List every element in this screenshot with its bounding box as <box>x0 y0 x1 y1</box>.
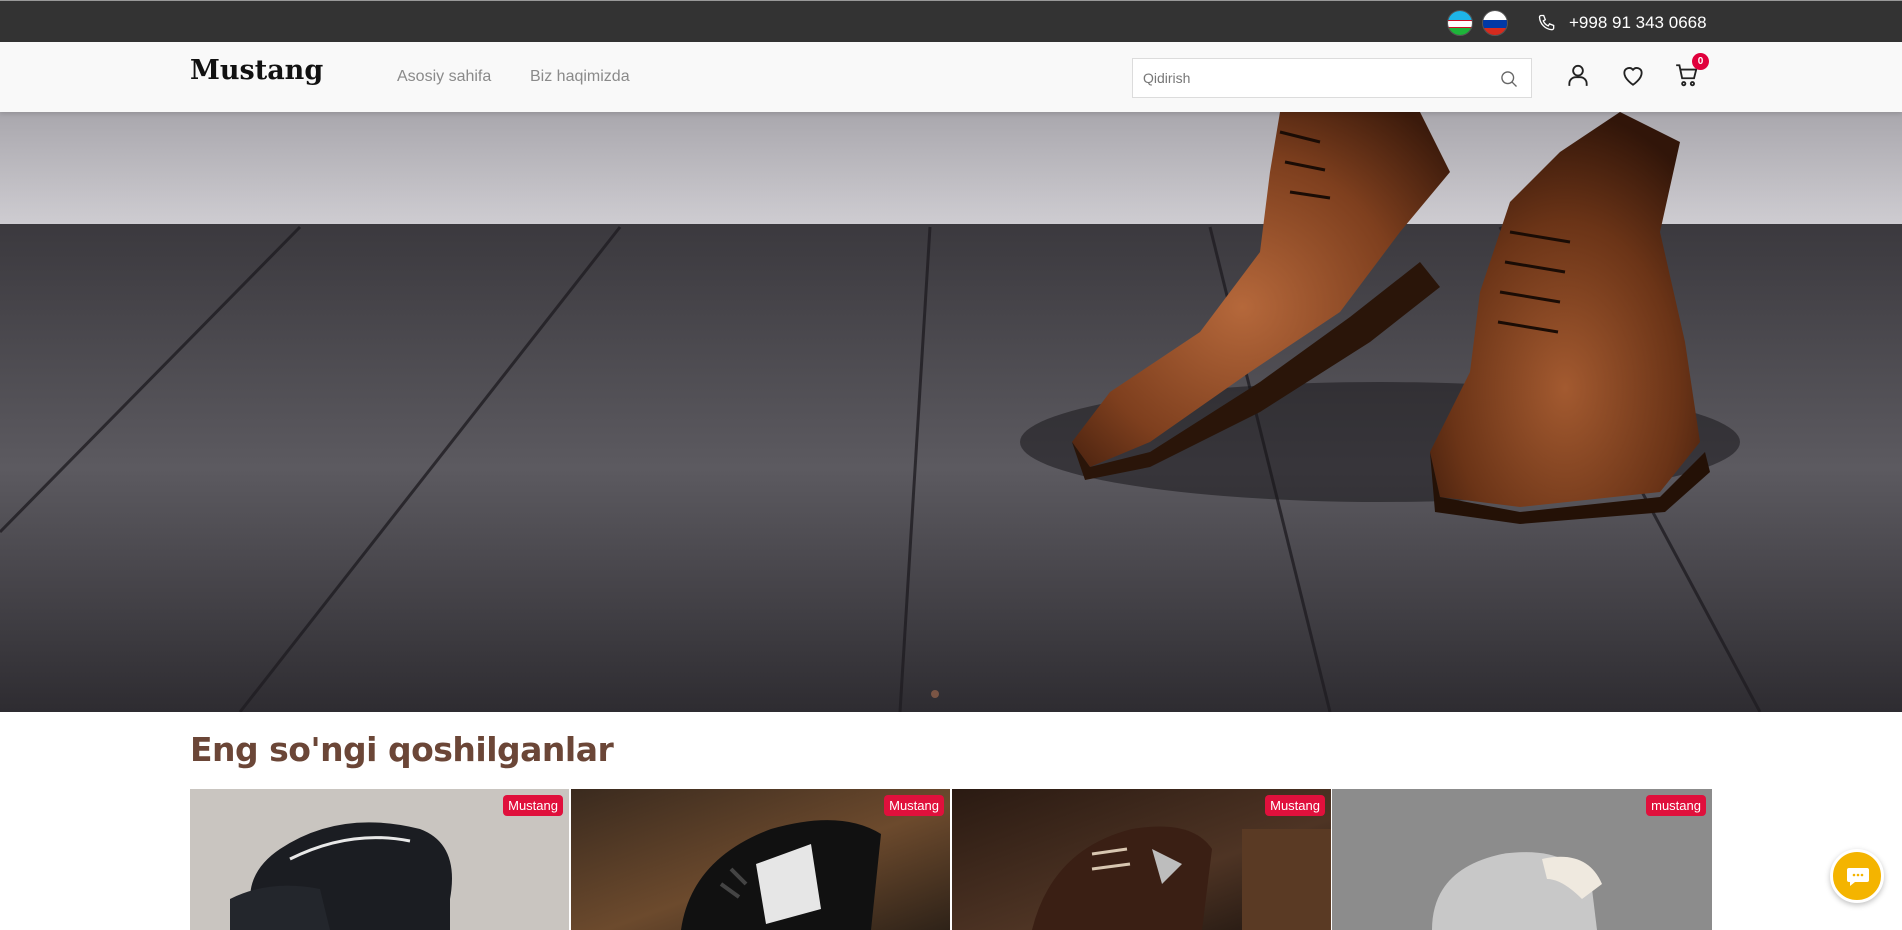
main-header: Mustang Asosiy sahifa Biz haqimizda 0 <box>0 42 1902 112</box>
product-card[interactable]: Mustang <box>571 789 950 930</box>
russia-flag-icon[interactable] <box>1482 10 1508 36</box>
uzbekistan-flag-icon[interactable] <box>1447 10 1473 36</box>
section-title: Eng so'ngi qoshilganlar <box>190 730 614 769</box>
nav-link-about[interactable]: Biz haqimizda <box>530 68 630 86</box>
slider-dot-active[interactable] <box>931 690 939 698</box>
heart-icon[interactable] <box>1620 62 1646 88</box>
hero-image <box>0 112 1902 712</box>
search-box <box>1132 58 1532 98</box>
phone-icon <box>1538 14 1555 31</box>
phone-number[interactable]: +998 91 343 0668 <box>1569 12 1707 34</box>
brand-badge: Mustang <box>884 795 944 816</box>
brand-badge: Mustang <box>503 795 563 816</box>
hero-banner[interactable] <box>0 112 1902 712</box>
chat-button[interactable] <box>1830 849 1884 903</box>
product-grid: Mustang Mustang Mustang mustang <box>190 789 1712 930</box>
brand-badge: Mustang <box>1265 795 1325 816</box>
product-card[interactable]: Mustang <box>190 789 569 930</box>
top-bar: +998 91 343 0668 <box>0 0 1902 42</box>
brand-badge: mustang <box>1646 795 1706 816</box>
site-logo[interactable]: Mustang <box>190 55 323 86</box>
search-input[interactable] <box>1133 59 1473 97</box>
search-icon[interactable] <box>1499 69 1519 89</box>
nav-link-home[interactable]: Asosiy sahifa <box>397 68 491 86</box>
chat-icon <box>1847 868 1869 886</box>
product-card[interactable]: Mustang <box>952 789 1331 930</box>
user-icon[interactable] <box>1565 62 1591 88</box>
product-card[interactable]: mustang <box>1332 789 1712 930</box>
cart-count-badge: 0 <box>1692 53 1709 70</box>
